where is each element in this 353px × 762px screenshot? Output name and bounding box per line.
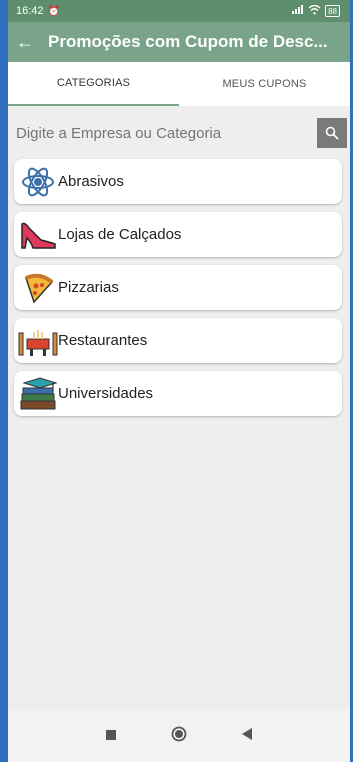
pizza-icon — [18, 270, 58, 306]
status-time: 16:42 — [16, 5, 44, 17]
back-button[interactable] — [241, 727, 253, 745]
page-title: Promoções com Cupom de Desc... — [48, 32, 328, 51]
back-arrow-icon[interactable]: ← — [16, 32, 48, 53]
battery-icon: 88 — [325, 5, 340, 17]
category-item-universidades[interactable]: Universidades — [14, 371, 342, 416]
high-heel-icon — [18, 217, 58, 253]
triangle-back-icon — [241, 728, 252, 740]
graduation-books-icon — [18, 376, 58, 412]
category-list: Abrasivos Lojas de Calçados Pizzarias Re… — [8, 152, 350, 416]
wifi-icon — [308, 4, 321, 18]
restaurant-table-icon — [18, 323, 58, 359]
search-input[interactable] — [14, 123, 298, 143]
recents-button[interactable] — [105, 727, 116, 745]
alarm-off-icon: ⏰ — [47, 5, 60, 17]
category-label: Universidades — [58, 385, 154, 402]
atom-icon — [18, 164, 58, 200]
tab-categorias[interactable]: CATEGORIAS — [8, 62, 179, 106]
category-item-abrasivos[interactable]: Abrasivos — [14, 159, 342, 204]
category-item-pizzarias[interactable]: Pizzarias — [14, 265, 342, 310]
category-label: Pizzarias — [58, 279, 119, 296]
search-button[interactable] — [317, 118, 347, 148]
category-item-lojas-de-calcados[interactable]: Lojas de Calçados — [14, 212, 342, 257]
tab-meus-cupons[interactable]: MEUS CUPONS — [179, 62, 350, 106]
tab-bar: CATEGORIAS MEUS CUPONS — [8, 62, 350, 106]
category-label: Restaurantes — [58, 332, 148, 349]
square-icon — [105, 730, 116, 740]
system-nav-bar — [8, 710, 350, 762]
home-button[interactable] — [171, 726, 187, 747]
category-item-restaurantes[interactable]: Restaurantes — [14, 318, 342, 363]
signal-icon — [292, 5, 304, 17]
search-icon — [325, 126, 339, 140]
search-bar — [8, 114, 350, 152]
status-bar: 16:42 ⏰ 88 — [8, 0, 350, 22]
app-bar: ← Promoções com Cupom de Desc... — [8, 22, 350, 62]
category-label: Abrasivos — [58, 173, 124, 190]
battery-level: 88 — [328, 6, 337, 16]
circle-icon — [171, 726, 186, 741]
category-label: Lojas de Calçados — [58, 226, 182, 243]
phone-screen: 16:42 ⏰ 88 ← Promoções com Cupom de Desc… — [8, 0, 350, 762]
